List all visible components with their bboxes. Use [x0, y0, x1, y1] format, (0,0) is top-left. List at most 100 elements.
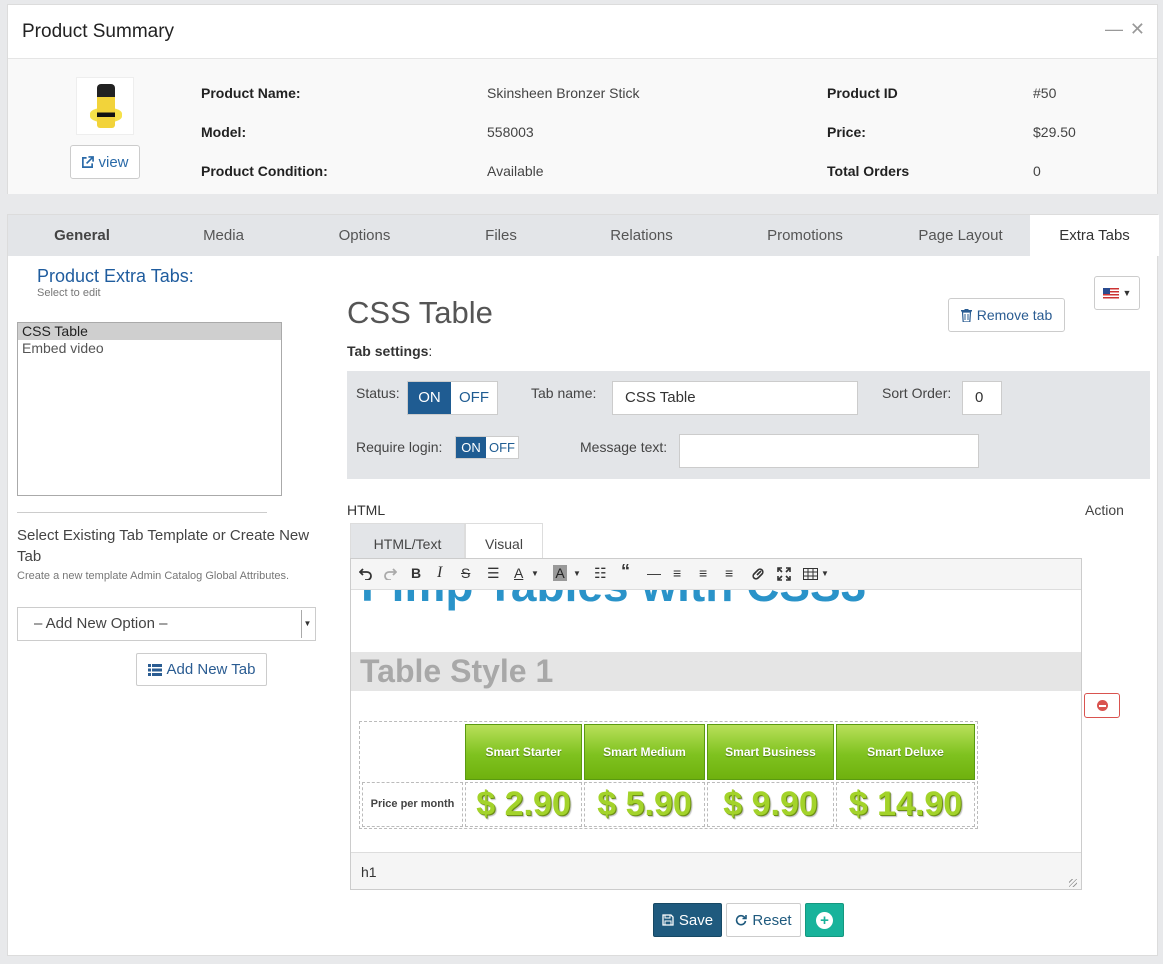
- total-orders-label: Total Orders: [827, 163, 910, 179]
- extra-tabs-title: Product Extra Tabs:: [37, 266, 194, 286]
- table-icon[interactable]: [803, 568, 818, 580]
- trash-icon: [960, 308, 972, 322]
- total-orders-value: 0: [1033, 163, 1041, 179]
- tab-relations[interactable]: Relations: [564, 215, 719, 256]
- add-new-tab-label: Add New Tab: [166, 661, 256, 678]
- remove-tab-label: Remove tab: [976, 307, 1053, 323]
- content-heading: Pimp Tables with CSS3: [361, 590, 866, 612]
- minimize-icon[interactable]: —: [1105, 19, 1123, 40]
- align-right-icon[interactable]: ≡: [725, 565, 733, 581]
- editor-canvas[interactable]: Pimp Tables with CSS3 Table Style 1 Smar…: [351, 590, 1081, 852]
- tab-general[interactable]: General: [8, 215, 156, 256]
- reset-button[interactable]: Reset: [726, 903, 801, 937]
- tab-name-input[interactable]: CSS Table: [612, 381, 858, 415]
- view-label: view: [98, 153, 129, 171]
- remove-tab-button[interactable]: Remove tab: [948, 298, 1065, 332]
- plan-price: $ 9.90: [723, 785, 818, 823]
- view-button[interactable]: view: [70, 145, 140, 179]
- plan-header: Smart Business: [707, 724, 834, 780]
- tab-settings-colon: :: [428, 343, 433, 359]
- condition-label: Product Condition:: [201, 163, 328, 179]
- tab-page-layout[interactable]: Page Layout: [891, 215, 1030, 256]
- template-select[interactable]: – Add New Option – ▼: [17, 607, 316, 641]
- redo-icon[interactable]: [384, 568, 397, 580]
- model-label: Model:: [201, 124, 247, 140]
- external-link-icon: [82, 155, 95, 168]
- tab-promotions[interactable]: Promotions: [719, 215, 891, 256]
- list-icon: [147, 663, 162, 676]
- status-toggle[interactable]: ON OFF: [407, 381, 498, 415]
- tab-files[interactable]: Files: [438, 215, 564, 256]
- tab-options[interactable]: Options: [291, 215, 438, 256]
- rich-text-editor[interactable]: B I S ☰ A ▼ A ▼ ☷ “ — ≡ ≡ ≡ ▼ Pimp Table…: [350, 558, 1082, 890]
- undo-icon[interactable]: [359, 568, 372, 580]
- add-button[interactable]: +: [805, 903, 844, 937]
- extra-tabs-subtitle: Select to edit: [37, 287, 101, 299]
- html-label: HTML: [347, 502, 386, 518]
- plan-header: Smart Medium: [584, 724, 705, 780]
- price-label: Price:: [827, 124, 866, 140]
- tab-title: CSS Table: [347, 295, 493, 330]
- delete-row-button[interactable]: [1084, 693, 1120, 718]
- strikethrough-icon[interactable]: S: [461, 565, 470, 581]
- message-text-label: Message text:: [580, 439, 668, 455]
- tab-bar: General Media Options Files Relations Pr…: [8, 215, 1159, 256]
- price-per-month-label: Price per month: [362, 782, 463, 827]
- pricing-table: Smart Starter Smart Medium Smart Busines…: [359, 721, 978, 829]
- product-edit-panel: General Media Options Files Relations Pr…: [7, 214, 1159, 956]
- price-value: $29.50: [1033, 124, 1076, 140]
- background-color-icon[interactable]: A: [553, 565, 567, 581]
- text-color-icon[interactable]: A: [514, 565, 523, 581]
- bullet-list-icon[interactable]: ☰: [487, 565, 500, 582]
- require-login-toggle[interactable]: ON OFF: [455, 436, 519, 459]
- select-arrow-icon: ▼: [301, 610, 313, 638]
- tab-media[interactable]: Media: [156, 215, 291, 256]
- status-on[interactable]: ON: [408, 382, 451, 414]
- resize-handle-icon[interactable]: [1069, 879, 1077, 887]
- editor-tab-visual[interactable]: Visual: [465, 523, 543, 559]
- require-login-on[interactable]: ON: [456, 437, 486, 458]
- tab-settings-heading: Tab settings:: [347, 343, 432, 359]
- language-select-button[interactable]: ▼: [1094, 276, 1140, 310]
- require-login-label: Require login:: [356, 439, 443, 455]
- status-off[interactable]: OFF: [451, 382, 497, 414]
- table-caret-icon[interactable]: ▼: [821, 569, 829, 578]
- save-button[interactable]: Save: [653, 903, 722, 937]
- text-color-caret-icon[interactable]: ▼: [531, 569, 539, 578]
- extra-tabs-list[interactable]: CSS Table Embed video: [17, 322, 282, 496]
- blockquote-icon[interactable]: “: [621, 561, 630, 582]
- list-item-embed-video[interactable]: Embed video: [18, 340, 281, 357]
- horizontal-line-icon[interactable]: —: [647, 565, 661, 581]
- condition-value: Available: [487, 163, 544, 179]
- plan-header: Smart Starter: [465, 724, 582, 780]
- italic-icon[interactable]: I: [437, 564, 442, 582]
- element-path[interactable]: h1: [361, 864, 377, 880]
- us-flag-icon: [1102, 287, 1119, 299]
- close-icon[interactable]: ✕: [1130, 19, 1145, 40]
- product-id-label: Product ID: [827, 85, 898, 101]
- list-item-css-table[interactable]: CSS Table: [18, 323, 281, 340]
- require-login-off[interactable]: OFF: [486, 437, 518, 458]
- tab-extra-tabs[interactable]: Extra Tabs: [1030, 215, 1159, 256]
- product-summary-panel: Product Summary — ✕ view Product Name: S…: [7, 4, 1158, 194]
- action-label: Action: [1085, 502, 1124, 518]
- save-label: Save: [678, 911, 714, 929]
- align-left-icon[interactable]: ≡: [673, 565, 681, 581]
- plan-header: Smart Deluxe: [836, 724, 975, 780]
- fullscreen-icon[interactable]: [777, 567, 791, 581]
- bold-icon[interactable]: B: [411, 565, 421, 581]
- add-new-tab-button[interactable]: Add New Tab: [136, 653, 267, 686]
- numbered-list-icon[interactable]: ☷: [594, 565, 607, 582]
- editor-tab-html[interactable]: HTML/Text: [350, 523, 465, 559]
- link-icon[interactable]: [751, 567, 765, 581]
- template-title: Select Existing Tab Template or Create N…: [17, 527, 310, 565]
- sort-order-input[interactable]: 0: [962, 381, 1002, 415]
- message-text-input[interactable]: [679, 434, 979, 468]
- align-center-icon[interactable]: ≡: [699, 565, 707, 581]
- plan-price: $ 14.90: [848, 785, 963, 823]
- background-color-caret-icon[interactable]: ▼: [573, 569, 581, 578]
- plan-price: $ 5.90: [597, 785, 692, 823]
- editor-status-bar: h1: [351, 852, 1081, 889]
- sort-order-label: Sort Order:: [882, 385, 952, 401]
- table-style-heading: Table Style 1: [360, 653, 554, 689]
